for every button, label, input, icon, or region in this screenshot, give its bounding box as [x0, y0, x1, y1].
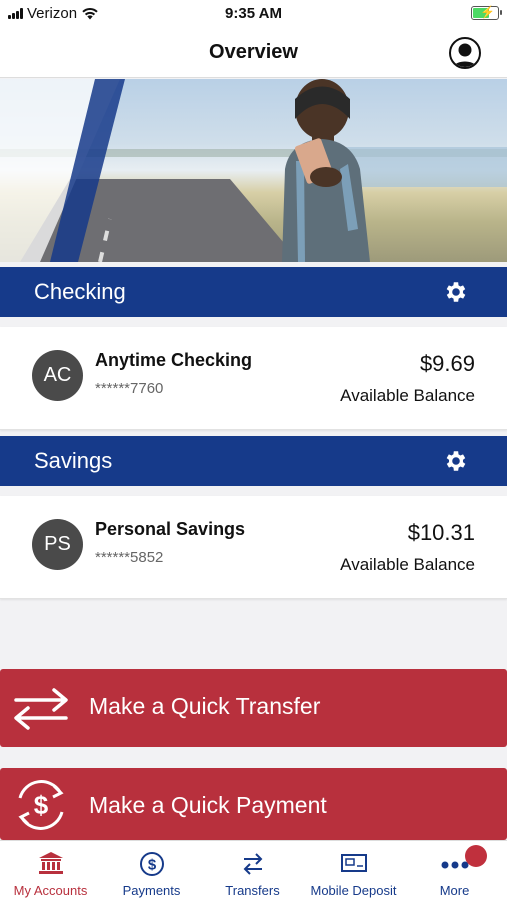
tab-transfers[interactable]: Transfers — [202, 841, 303, 900]
section-header-checking: Checking — [0, 267, 507, 317]
svg-text:$: $ — [34, 790, 49, 820]
tab-label: Payments — [122, 883, 181, 898]
section-title: Savings — [34, 448, 113, 473]
account-balance: $10.31 — [407, 520, 475, 545]
check-deposit-icon — [340, 854, 367, 872]
charging-bolt-icon: ⚡ — [480, 5, 495, 19]
section-title: Checking — [34, 279, 126, 304]
tab-mobile-deposit[interactable]: Mobile Deposit — [303, 841, 404, 900]
status-bar: Verizon 9:35 AM ⚡ — [0, 0, 507, 28]
section-header-savings: Savings — [0, 436, 507, 486]
avatar: AC — [32, 350, 83, 401]
status-time: 9:35 AM — [225, 5, 282, 22]
gear-icon[interactable] — [443, 448, 469, 474]
battery-icon: ⚡ — [471, 5, 502, 20]
avatar: PS — [32, 519, 83, 570]
account-name: Personal Savings — [95, 519, 246, 539]
quick-payment-button[interactable]: $ Make a Quick Payment — [0, 768, 507, 840]
account-card-savings[interactable]: PS Personal Savings ******5852 $10.31 Av… — [0, 496, 507, 599]
transfer-arrows-icon — [243, 853, 262, 875]
tab-my-accounts[interactable]: My Accounts — [0, 841, 101, 900]
tab-bar: My Accounts $ Payments Transfers Mobile … — [0, 840, 507, 900]
tab-label: My Accounts — [13, 883, 88, 898]
dollar-circle-icon: $ — [139, 852, 164, 876]
tab-more[interactable]: More — [404, 841, 505, 900]
tab-payments[interactable]: $ Payments — [101, 841, 202, 900]
transfer-arrows-icon — [14, 688, 68, 730]
account-number: ******5852 — [95, 549, 164, 566]
quick-payment-label: Make a Quick Payment — [89, 792, 327, 818]
person-circle-icon — [452, 43, 478, 67]
quick-transfer-button[interactable]: Make a Quick Transfer — [0, 669, 507, 747]
tab-label: Transfers — [225, 883, 280, 898]
account-name: Anytime Checking — [95, 350, 253, 370]
svg-text:$: $ — [147, 857, 156, 874]
gear-icon[interactable] — [443, 279, 469, 305]
account-balance: $9.69 — [419, 351, 475, 376]
profile-button[interactable] — [449, 37, 481, 69]
page-title: Overview — [209, 41, 298, 63]
account-card-checking[interactable]: AC Anytime Checking ******7760 $9.69 Ava… — [0, 327, 507, 430]
balance-label: Available Balance — [340, 555, 475, 574]
tab-label: Mobile Deposit — [310, 883, 397, 898]
bank-icon — [38, 852, 63, 874]
account-number: ******7760 — [95, 380, 164, 397]
hero-image — [0, 79, 507, 262]
dollar-cycle-icon: $ — [18, 780, 64, 830]
balance-label: Available Balance — [340, 386, 475, 405]
notification-badge — [465, 845, 487, 867]
quick-transfer-label: Make a Quick Transfer — [89, 693, 321, 719]
tab-label: More — [439, 883, 470, 898]
nav-header: Overview — [0, 28, 507, 78]
hero-illustration — [0, 79, 507, 262]
